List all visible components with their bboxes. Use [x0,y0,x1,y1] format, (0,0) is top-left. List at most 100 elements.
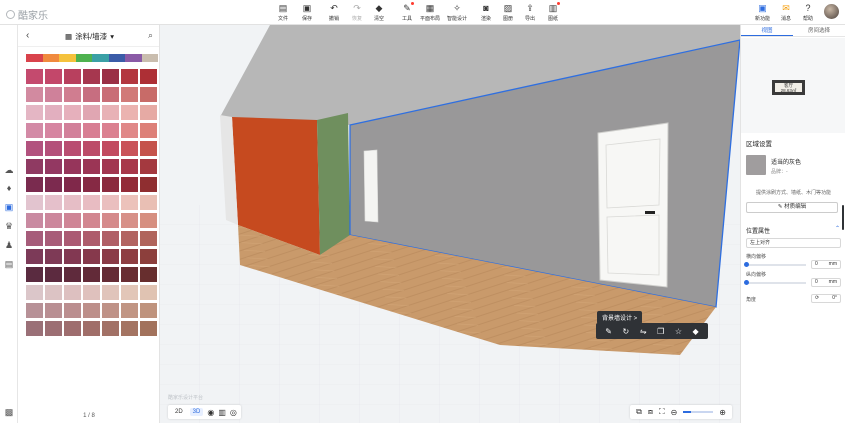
tab-view[interactable]: 视图 [741,25,793,36]
color-swatch[interactable] [45,231,62,246]
color-swatch[interactable] [83,285,100,300]
color-swatch[interactable] [26,105,43,120]
color-swatch[interactable] [45,105,62,120]
toolbar-render-button[interactable]: ◙ 渲染 [481,3,491,22]
color-swatch[interactable] [45,213,62,228]
color-swatch[interactable] [26,231,43,246]
color-family-chip[interactable] [141,54,158,62]
color-swatch[interactable] [83,231,100,246]
color-swatch[interactable] [102,105,119,120]
main-door[interactable] [597,122,669,288]
color-swatch[interactable] [140,69,157,84]
minimap[interactable]: 客厅 28.63㎡ [741,38,845,133]
color-swatch[interactable] [83,87,100,102]
color-swatch[interactable] [26,177,43,192]
color-swatch[interactable] [140,141,157,156]
v-offset-input[interactable]: 0 mm [811,278,841,287]
material-thumbnail[interactable] [746,155,766,175]
color-swatch[interactable] [121,69,138,84]
color-family-chip[interactable] [26,54,43,62]
green-wall[interactable] [317,113,350,255]
color-swatch[interactable] [83,141,100,156]
color-swatch[interactable] [45,195,62,210]
slider-knob[interactable] [744,262,749,267]
furniture-icon[interactable]: ♛ [4,221,14,231]
color-swatch[interactable] [140,177,157,192]
color-swatch[interactable] [102,321,119,336]
color-swatch[interactable] [121,303,138,318]
color-swatch[interactable] [121,87,138,102]
palette-pager[interactable]: 1 / 8 [18,409,160,423]
color-swatch[interactable] [102,123,119,138]
color-swatch[interactable] [140,87,157,102]
color-swatch[interactable] [140,123,157,138]
color-swatch[interactable] [64,285,81,300]
color-swatch[interactable] [26,303,43,318]
color-swatch[interactable] [83,195,100,210]
swap-icon[interactable]: ⇋ [640,327,647,336]
model-library-icon[interactable]: ☁ [4,165,14,175]
color-swatch[interactable] [26,141,43,156]
color-swatch[interactable] [140,105,157,120]
pencil-icon[interactable]: ✎ [605,327,612,336]
color-family-chip[interactable] [59,54,76,62]
color-swatch[interactable] [83,213,100,228]
app-logo[interactable]: 酷家乐 [6,7,48,22]
chevron-up-icon[interactable]: ⌃ [835,225,840,232]
color-swatch[interactable] [45,303,62,318]
color-swatch[interactable] [140,321,157,336]
color-swatch[interactable] [45,87,62,102]
color-swatch[interactable] [26,159,43,174]
color-swatch[interactable] [140,195,157,210]
color-swatch[interactable] [140,267,157,282]
fit-view-icon[interactable]: ⛶ [659,407,665,417]
color-swatch[interactable] [102,69,119,84]
h-offset-input[interactable]: 0 mm [811,260,841,269]
toolbar-export-button[interactable]: ⇪ 导出 [525,3,535,22]
toolbar-redo-button[interactable]: ↷ 恢复 [352,3,362,22]
align-select[interactable]: 左上对齐 [746,238,841,248]
color-swatch[interactable] [45,123,62,138]
layers-icon[interactable]: ▥ [218,408,226,417]
color-swatch[interactable] [64,231,81,246]
color-swatch[interactable] [83,105,100,120]
color-swatch[interactable] [64,159,81,174]
zoom-out-icon[interactable]: ⊖ [671,408,678,417]
color-swatch[interactable] [83,177,100,192]
color-swatch[interactable] [26,213,43,228]
color-swatch[interactable] [64,321,81,336]
color-swatch[interactable] [26,267,43,282]
toolbar-ai-design-button[interactable]: ✧ 智能设计 [447,3,467,22]
minimap-room[interactable]: 客厅 28.63㎡ [772,80,805,95]
color-swatch[interactable] [102,249,119,264]
color-family-chip[interactable] [75,54,92,62]
color-swatch[interactable] [102,177,119,192]
color-swatch[interactable] [102,141,119,156]
color-swatch[interactable] [121,249,138,264]
color-swatch[interactable] [64,249,81,264]
rotate-icon[interactable]: ↻ [623,327,630,336]
toolbar-drawing-button[interactable]: ▥ 图纸 [548,2,560,22]
color-swatch[interactable] [64,303,81,318]
color-swatch[interactable] [26,249,43,264]
help-button[interactable]: ? 帮助 [803,3,813,22]
color-family-chip[interactable] [108,54,125,62]
color-family-chip[interactable] [92,54,109,62]
color-swatch[interactable] [64,87,81,102]
toolbar-save-button[interactable]: ▣ 保存 [302,3,312,22]
color-swatch[interactable] [64,213,81,228]
color-swatch[interactable] [83,303,100,318]
new-feature-button[interactable]: ▣ 新功能 [755,3,770,22]
color-swatch[interactable] [102,231,119,246]
color-swatch[interactable] [64,141,81,156]
color-swatch[interactable] [140,159,157,174]
color-swatch[interactable] [64,267,81,282]
toolbar-undo-button[interactable]: ↶ 撤销 [329,3,339,22]
color-swatch[interactable] [26,123,43,138]
color-swatch[interactable] [140,285,157,300]
view-side-icon[interactable]: ⧈ [648,407,653,417]
3d-viewport[interactable]: 酷家乐设计平台 背景墙设计 > ✎ ↻ ⇋ ❐ ☆ ◆ 2D 3D ◉ ▥ ◎ … [160,25,740,423]
color-swatch[interactable] [45,177,62,192]
color-swatch[interactable] [102,195,119,210]
lighting-icon[interactable]: ♦ [4,183,14,193]
